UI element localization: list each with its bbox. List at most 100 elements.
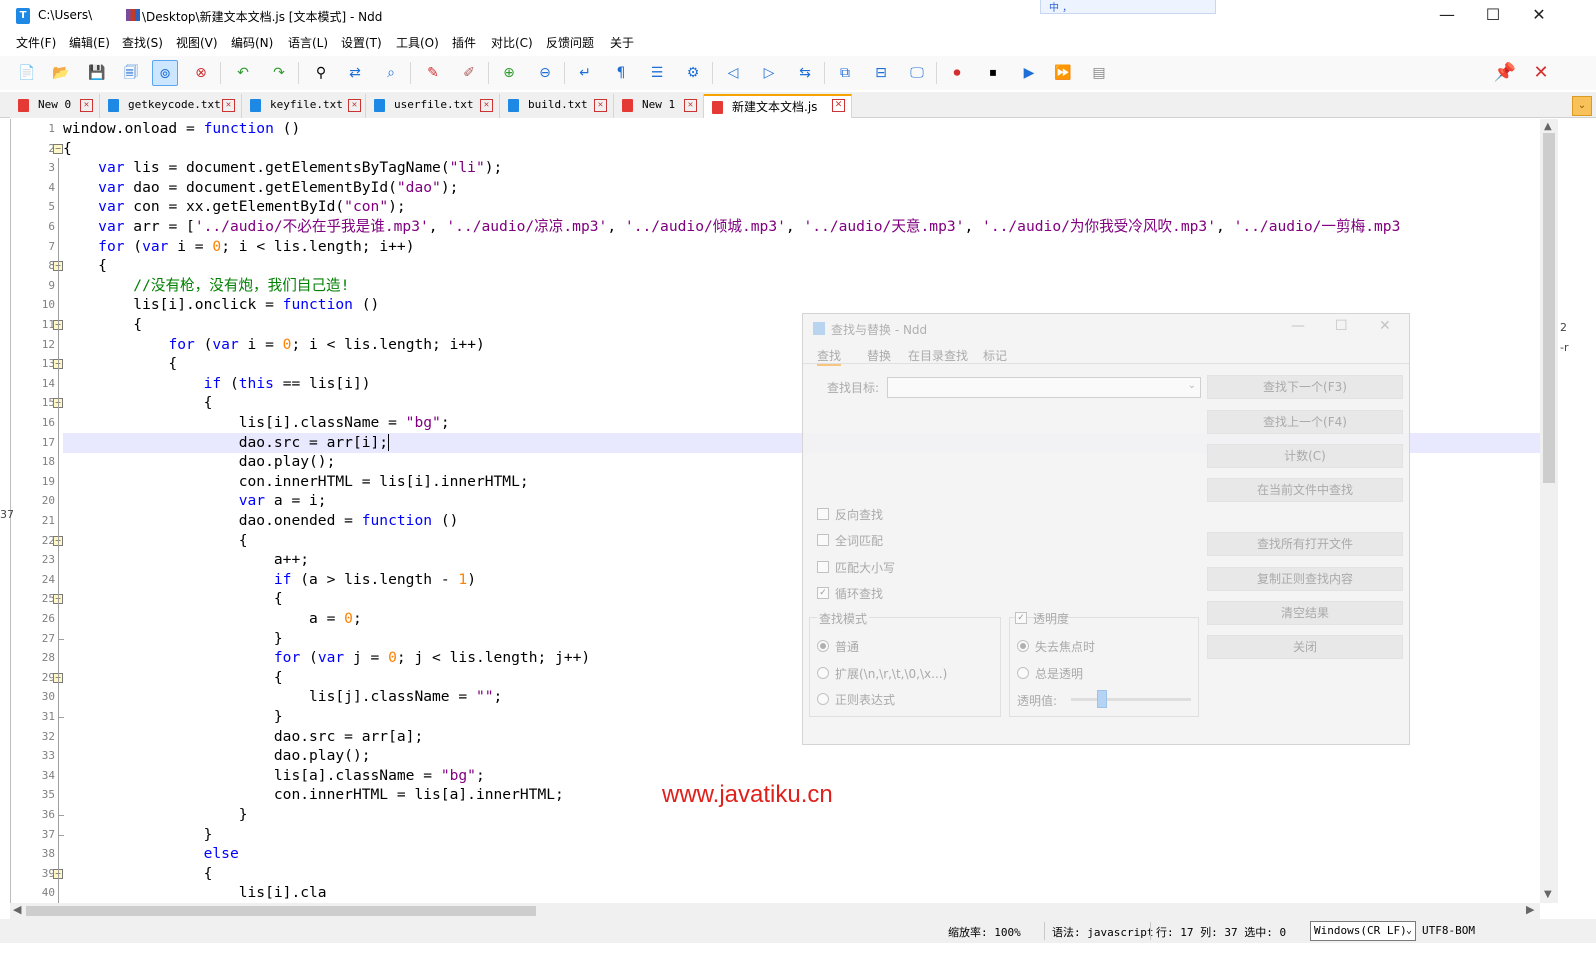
mark-icon[interactable]: ✎ — [420, 60, 446, 86]
dialog-close-icon[interactable]: ✕ — [1379, 318, 1391, 334]
wrap-around-checkbox[interactable]: ✓ — [817, 587, 829, 599]
menu-edit[interactable]: 编辑(E) — [69, 34, 110, 51]
record-macro-icon[interactable]: ⏺ — [944, 60, 970, 86]
tab-build[interactable]: build.txt ✕ — [500, 94, 614, 118]
tab-replace[interactable]: 替换 — [867, 347, 891, 364]
tab-mark[interactable]: 标记 — [983, 347, 1007, 364]
match-case-checkbox[interactable] — [817, 561, 829, 573]
code-line[interactable]: con.innerHTML = lis[a].innerHTML; — [63, 785, 564, 805]
mode-regex-radio[interactable] — [817, 693, 829, 705]
save-all-icon[interactable]: 🗐 — [118, 60, 144, 86]
vertical-scrollbar[interactable]: ▲ ▼ — [1540, 119, 1558, 903]
tab-close-icon[interactable]: ✕ — [594, 99, 607, 112]
transparency-checkbox[interactable]: ✓ — [1015, 612, 1027, 624]
close-dialog-button[interactable]: 关闭 — [1207, 635, 1403, 659]
scroll-down-icon[interactable]: ▼ — [1544, 889, 1552, 900]
menu-about[interactable]: 关于 — [610, 34, 634, 51]
code-line[interactable]: a = 0; — [63, 609, 362, 629]
code-line[interactable]: } — [63, 825, 213, 845]
code-line[interactable]: for (var i = 0; i < lis.length; i++) — [63, 237, 414, 257]
close-file-icon[interactable]: ⊗ — [188, 60, 214, 86]
code-line[interactable]: window.onload = function () — [63, 119, 300, 139]
code-line[interactable]: { — [63, 256, 107, 276]
tab-close-icon[interactable]: ✕ — [348, 99, 361, 112]
code-line[interactable]: var con = xx.getElementById("con"); — [63, 197, 406, 217]
indent-guide-icon[interactable]: ☰ — [644, 60, 670, 86]
replace-icon[interactable]: ⇄ — [342, 60, 368, 86]
code-line[interactable]: } — [63, 805, 248, 825]
tab-close-icon[interactable]: ✕ — [832, 99, 845, 112]
find-all-open-files-button[interactable]: 查找所有打开文件 — [1207, 532, 1403, 556]
compare-icon[interactable]: ⧉ — [832, 60, 858, 86]
save-macro-icon[interactable]: ▤ — [1086, 60, 1112, 86]
reverse-search-checkbox[interactable] — [817, 508, 829, 520]
scroll-thumb[interactable] — [1543, 133, 1555, 483]
code-line[interactable]: lis[j].className = ""; — [63, 687, 502, 707]
open-file-icon[interactable]: 📂 — [48, 60, 74, 86]
auto-save-icon[interactable]: ⊚ — [152, 60, 178, 86]
whole-word-checkbox[interactable] — [817, 534, 829, 546]
mode-extended-radio[interactable] — [817, 667, 829, 679]
run-macro-multiple-icon[interactable]: ⏩ — [1050, 60, 1076, 86]
menu-file[interactable]: 文件(F) — [16, 34, 56, 51]
code-line[interactable]: var a = i; — [63, 491, 327, 511]
code-line[interactable]: if (this == lis[i]) — [63, 374, 371, 394]
redo-icon[interactable]: ↷ — [266, 60, 292, 86]
code-line[interactable]: { — [63, 864, 213, 884]
close-all-icon[interactable]: ✕ — [1528, 60, 1554, 86]
code-line[interactable]: dao.play(); — [63, 746, 371, 766]
tab-close-icon[interactable]: ✕ — [480, 99, 493, 112]
tab-close-icon[interactable]: ✕ — [222, 99, 235, 112]
settings-icon[interactable]: ⚙ — [680, 60, 706, 86]
copy-regex-results-button[interactable]: 复制正则查找内容 — [1207, 567, 1403, 591]
new-file-icon[interactable]: 📄 — [14, 60, 40, 86]
undo-icon[interactable]: ↶ — [230, 60, 256, 86]
code-line[interactable]: dao.src = arr[a]; — [63, 727, 423, 747]
code-line[interactable]: { — [63, 139, 72, 159]
code-line[interactable]: for (var i = 0; i < lis.length; i++) — [63, 335, 484, 355]
opacity-slider-handle[interactable] — [1097, 690, 1107, 708]
tab-close-icon[interactable]: ✕ — [80, 99, 93, 112]
menu-encoding[interactable]: 编码(N) — [231, 34, 273, 51]
find-in-files-icon[interactable]: ⌕ — [378, 60, 404, 86]
tab-new1[interactable]: New 1 ✕ — [614, 94, 704, 118]
stop-macro-icon[interactable]: ⏹ — [980, 60, 1006, 86]
find-next-button[interactable]: 查找下一个(F3) — [1207, 375, 1403, 399]
menu-settings[interactable]: 设置(T) — [341, 34, 382, 51]
transparent-on-blur-radio[interactable] — [1017, 640, 1029, 652]
code-line[interactable]: lis[i].onclick = function () — [63, 295, 379, 315]
code-line[interactable]: { — [63, 315, 142, 335]
menu-language[interactable]: 语言(L) — [288, 34, 328, 51]
scroll-right-icon[interactable]: ▶ — [1526, 903, 1534, 916]
scroll-left-icon[interactable]: ◀ — [13, 903, 21, 916]
prev-icon[interactable]: ◁ — [720, 60, 746, 86]
line-ending-select[interactable]: Windows(CR LF) ⌄ — [1310, 921, 1416, 941]
play-macro-icon[interactable]: ▶ — [1016, 60, 1042, 86]
code-line[interactable]: a++; — [63, 550, 309, 570]
code-line[interactable]: else — [63, 844, 239, 864]
code-line[interactable]: con.innerHTML = lis[i].innerHTML; — [63, 472, 529, 492]
zoom-in-icon[interactable]: ⊕ — [496, 60, 522, 86]
clear-results-button[interactable]: 清空结果 — [1207, 601, 1403, 625]
code-line[interactable]: lis[a].className = "bg"; — [63, 766, 485, 786]
monitor-icon[interactable]: 🖵 — [904, 60, 930, 86]
always-transparent-radio[interactable] — [1017, 667, 1029, 679]
maximize-button[interactable]: ☐ — [1470, 0, 1516, 30]
code-line[interactable]: var lis = document.getElementsByTagName(… — [63, 158, 502, 178]
code-line[interactable]: { — [63, 668, 283, 688]
tab-getkeycode[interactable]: getkeycode.txt ✕ — [100, 94, 242, 118]
tab-new-js[interactable]: 新建文本文档.js ✕ — [704, 94, 852, 118]
split-view-icon[interactable]: ⊟ — [868, 60, 894, 86]
tab-find[interactable]: 查找 — [817, 347, 842, 366]
code-line[interactable]: var dao = document.getElementById("dao")… — [63, 178, 458, 198]
code-line[interactable]: dao.onended = function () — [63, 511, 459, 531]
menu-view[interactable]: 视图(V) — [176, 34, 218, 51]
menu-feedback[interactable]: 反馈问题 — [546, 34, 594, 51]
code-line[interactable]: dao.play(); — [63, 452, 336, 472]
find-prev-button[interactable]: 查找上一个(F4) — [1207, 410, 1403, 434]
code-line[interactable]: var arr = ['../audio/不必在乎我是谁.mp3', '../a… — [63, 217, 1400, 237]
fold-toggle-icon[interactable]: − — [53, 143, 63, 154]
scroll-thumb[interactable] — [26, 906, 536, 916]
menu-compare[interactable]: 对比(C) — [491, 34, 533, 51]
menu-plugins[interactable]: 插件 — [452, 34, 476, 51]
